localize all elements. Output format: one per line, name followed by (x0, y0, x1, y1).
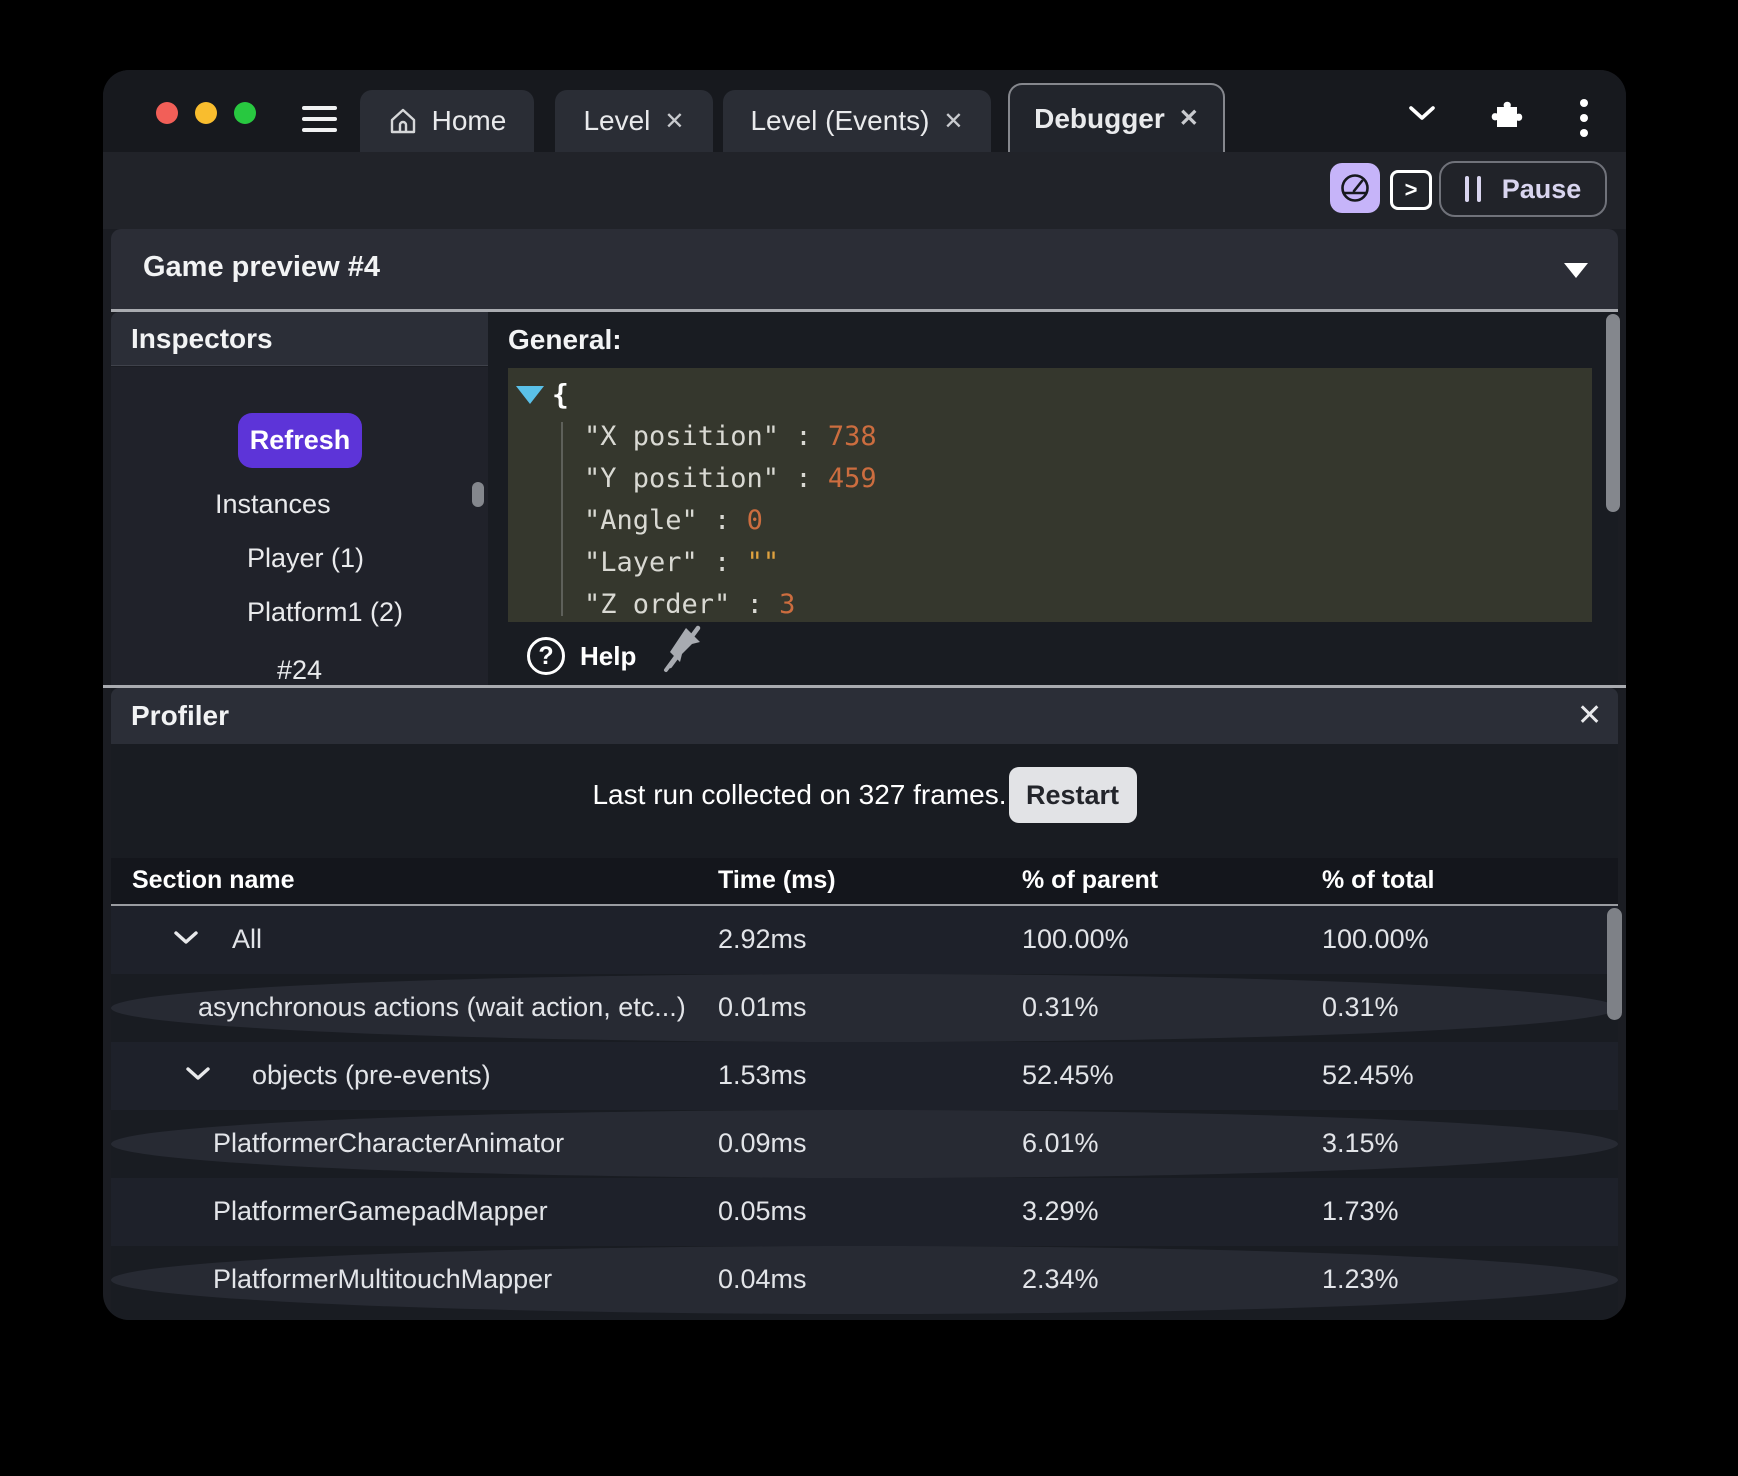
console-glyph: > (1404, 177, 1418, 202)
table-row-objects-pre-events[interactable]: objects (pre-events) 1.53ms 52.45% 52.45… (111, 1042, 1618, 1110)
general-panel: General: { "X position" : 738 "Y positio… (488, 312, 1620, 688)
tab-label: Debugger (1034, 102, 1165, 134)
tab-label: Level (583, 105, 651, 136)
maximize-window-button[interactable] (234, 102, 256, 124)
tree-item-platform1[interactable]: Platform1 (2) (247, 597, 403, 628)
debugger-toolbar: > Pause (103, 152, 1626, 229)
tree-item-24[interactable]: #24 (277, 655, 322, 686)
tab-home[interactable]: Home (360, 90, 534, 152)
chevron-down-icon[interactable] (185, 1066, 211, 1081)
table-row-gamepad-mapper: PlatformerGamepadMapper 0.05ms 3.29% 1.7… (111, 1178, 1618, 1246)
table-row-all[interactable]: All 2.92ms 100.00% 100.00% (111, 906, 1618, 974)
refresh-button[interactable]: Refresh (238, 413, 362, 468)
restart-button[interactable]: Restart (1008, 767, 1137, 823)
chevron-down-icon[interactable] (1408, 105, 1436, 121)
minimize-window-button[interactable] (195, 102, 217, 124)
collapse-json-triangle-icon[interactable] (516, 386, 544, 404)
help-question-icon[interactable]: ? (527, 637, 565, 675)
tab-label: Home (431, 105, 507, 136)
pause-label: Pause (1501, 173, 1582, 204)
game-preview-title: Game preview #4 (143, 251, 380, 283)
tree-item-player[interactable]: Player (1) (247, 543, 364, 574)
collapse-triangle-icon[interactable] (1564, 263, 1588, 278)
column-section-name: Section name (132, 866, 295, 894)
profiler-status-row: Last run collected on 327 frames. Restar… (111, 767, 1618, 823)
column-percent-parent: % of parent (1022, 866, 1159, 894)
help-button[interactable]: Help (580, 641, 636, 672)
close-profiler-icon[interactable]: ✕ (1577, 698, 1602, 733)
chevron-down-icon[interactable] (173, 930, 199, 945)
pause-icon (1464, 176, 1481, 202)
debugger-window: Home Level ✕ Level (Events) ✕ Debugger ✕ (103, 70, 1626, 1320)
tab-label: Level (Events) (750, 105, 930, 136)
close-tab-icon[interactable]: ✕ (664, 107, 684, 136)
extensions-puzzle-icon[interactable] (1486, 94, 1524, 132)
inspectors-scrollbar[interactable] (472, 482, 484, 507)
more-options-kebab-icon[interactable] (1580, 99, 1588, 144)
home-icon (390, 108, 415, 134)
table-row-multitouch-mapper: PlatformerMultitouchMapper 0.04ms 2.34% … (111, 1246, 1618, 1314)
indent-guide (561, 422, 563, 616)
profiler-header: Profiler ✕ (111, 688, 1618, 744)
tab-level[interactable]: Level ✕ (555, 90, 713, 152)
inspectors-panel: Inspectors Refresh Instances Player (1) … (111, 312, 488, 688)
column-percent-total: % of total (1322, 866, 1435, 894)
json-open-brace: { (552, 378, 569, 411)
json-inspector: { "X position" : 738 "Y position" : 459 … (508, 368, 1592, 622)
profiler-scrollbar[interactable] (1607, 908, 1622, 1020)
profiler-toggle-button[interactable] (1330, 163, 1380, 213)
console-button[interactable]: > (1390, 170, 1432, 210)
profiler-status-text: Last run collected on 327 frames. (592, 779, 1007, 810)
title-bar: Home Level ✕ Level (Events) ✕ Debugger ✕ (103, 70, 1626, 152)
pause-button[interactable]: Pause (1439, 161, 1607, 217)
general-title: General: (508, 324, 622, 355)
tree-item-instances[interactable]: Instances (215, 489, 331, 520)
profiler-panel: Profiler ✕ Last run collected on 327 fra… (103, 685, 1626, 1320)
general-scrollbar[interactable] (1606, 314, 1620, 512)
tab-level-events[interactable]: Level (Events) ✕ (723, 90, 991, 152)
close-tab-icon[interactable]: ✕ (1179, 104, 1199, 133)
main-menu-icon[interactable] (302, 106, 337, 133)
inspectors-header: Inspectors (111, 312, 488, 366)
json-line-layer: "Layer" : "" (584, 547, 780, 578)
unpin-icon[interactable] (660, 624, 708, 680)
json-line-z-order: "Z order" : 3 (584, 589, 796, 620)
table-row-async-actions: asynchronous actions (wait action, etc..… (111, 974, 1618, 1042)
close-tab-icon[interactable]: ✕ (943, 107, 963, 136)
gauge-icon (1341, 174, 1369, 202)
inspectors-body: Refresh Instances Player (1) Platform1 (… (111, 367, 488, 688)
table-row-character-animator: PlatformerCharacterAnimator 0.09ms 6.01%… (111, 1110, 1618, 1178)
game-preview-header[interactable]: Game preview #4 (111, 229, 1618, 312)
inspectors-title: Inspectors (131, 323, 273, 354)
profiler-title: Profiler (131, 700, 230, 731)
column-time: Time (ms) (718, 866, 836, 894)
tab-debugger-active[interactable]: Debugger ✕ (1008, 83, 1225, 152)
table-header: Section name Time (ms) % of parent % of … (111, 858, 1618, 904)
json-line-x-position: "X position" : 738 (584, 421, 877, 452)
close-window-button[interactable] (156, 102, 178, 124)
json-line-angle: "Angle" : 0 (584, 505, 763, 536)
json-line-y-position: "Y position" : 459 (584, 463, 877, 494)
